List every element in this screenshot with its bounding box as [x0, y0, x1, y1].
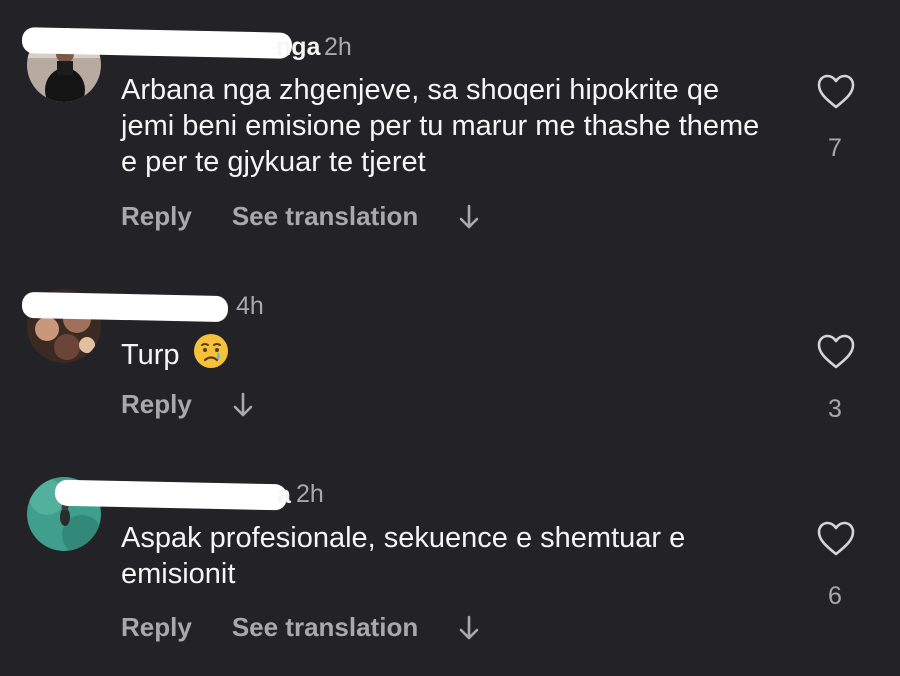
heart-icon[interactable] [817, 334, 855, 370]
comment-actions: Reply [121, 389, 254, 420]
username[interactable]: nga [276, 33, 320, 62]
comment-text-body: Turp [121, 339, 180, 371]
username[interactable]: a [277, 481, 291, 510]
reply-button[interactable]: Reply [121, 389, 192, 420]
comment-text: Arbana nga zhgenjeve, sa shoqeri hipokri… [121, 74, 760, 178]
comment-time: 2h [296, 480, 324, 508]
like-count: 3 [828, 395, 842, 423]
username-redaction [54, 479, 288, 511]
like-count: 6 [828, 582, 842, 610]
see-translation-button[interactable]: See translation [232, 201, 418, 232]
comment-time: 4h [236, 292, 264, 320]
username-redaction [21, 291, 229, 323]
comment-actions: Reply See translation [121, 612, 480, 643]
comment-text: Aspak profesionale, sekuence e shemtuar … [121, 522, 686, 590]
heart-icon[interactable] [817, 521, 855, 557]
arrow-down-icon[interactable] [458, 204, 480, 230]
arrow-down-icon[interactable] [458, 615, 480, 641]
see-translation-button[interactable]: See translation [232, 612, 418, 643]
reply-button[interactable]: Reply [121, 201, 192, 232]
arrow-down-icon[interactable] [232, 392, 254, 418]
comment-actions: Reply See translation [121, 201, 480, 232]
reply-button[interactable]: Reply [121, 612, 192, 643]
like-count: 7 [828, 134, 842, 162]
heart-icon[interactable] [817, 74, 855, 110]
comment-text: Turp [121, 332, 771, 373]
crying-face-icon [193, 334, 228, 368]
comment-time: 2h [324, 33, 352, 61]
